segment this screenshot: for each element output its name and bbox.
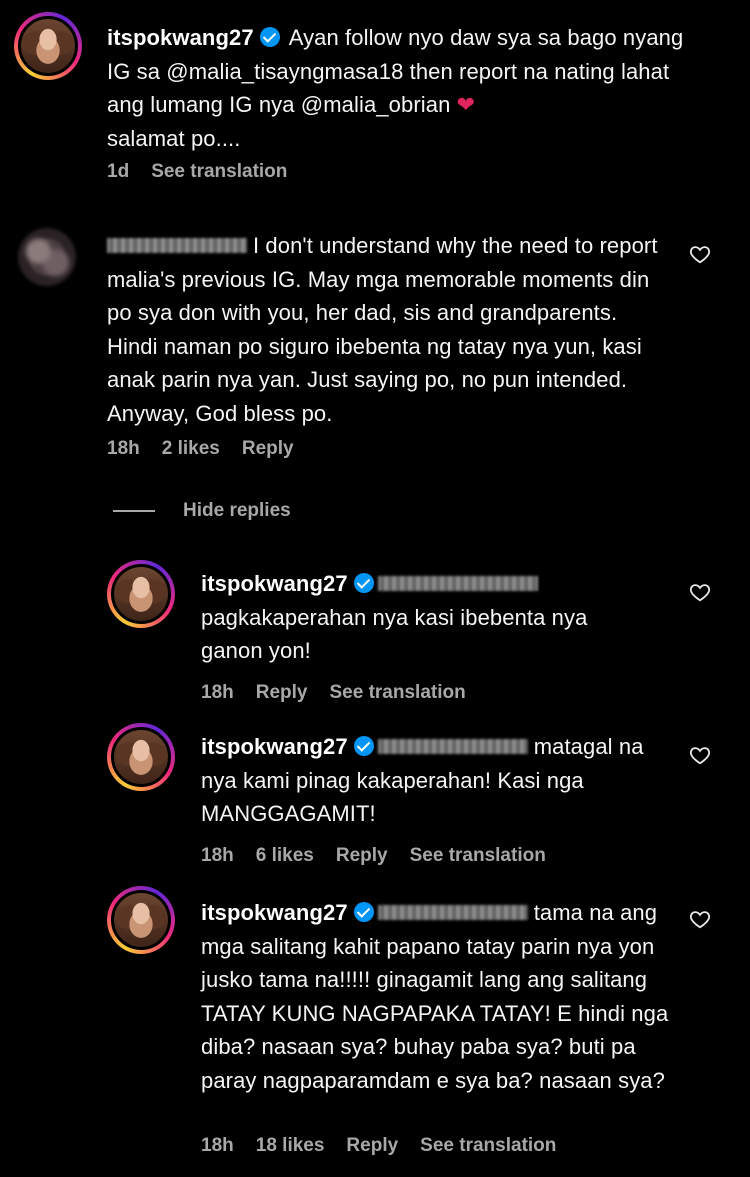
reply-meta: 18h 18 likes Reply See translation (201, 1135, 578, 1157)
reply-username[interactable]: itspokwang27 (201, 900, 348, 925)
hide-replies-button[interactable]: Hide replies (113, 500, 291, 522)
see-translation-button[interactable]: See translation (151, 161, 287, 182)
see-translation-button[interactable]: See translation (410, 845, 546, 866)
avatar[interactable] (14, 12, 82, 80)
comment-text: I don't understand why the need to repor… (107, 229, 667, 430)
reply-button[interactable]: Reply (336, 845, 388, 866)
redacted-username (377, 905, 528, 920)
reply-time: 18h (201, 682, 234, 703)
verified-badge-icon (353, 902, 374, 922)
likes-count[interactable]: 6 likes (256, 845, 314, 866)
comment-time: 18h (107, 438, 140, 459)
reply-button[interactable]: Reply (256, 682, 308, 703)
verified-badge-icon (353, 736, 374, 756)
reply-body: tama na ang mga salitang kahit papano ta… (201, 900, 669, 1093)
comment-body: I don't understand why the need to repor… (107, 233, 658, 426)
reply-text: itspokwang27 pagkakaperahan nya kasi ibe… (201, 567, 651, 668)
hide-replies-label: Hide replies (183, 500, 291, 521)
reply-meta: 18h 6 likes Reply See translation (201, 845, 568, 867)
avatar[interactable] (107, 886, 175, 954)
avatar[interactable] (107, 723, 175, 791)
avatar-image (111, 564, 171, 624)
reply-time: 18h (201, 1135, 234, 1156)
comment-meta: 18h 2 likes Reply (107, 438, 316, 460)
reply-meta: 18h Reply See translation (201, 682, 488, 704)
comment-meta: 1d See translation (107, 161, 309, 183)
likes-count[interactable]: 2 likes (162, 438, 220, 459)
redacted-username (377, 739, 528, 754)
avatar[interactable] (107, 560, 175, 628)
reply-button[interactable]: Reply (242, 438, 294, 459)
see-translation-button[interactable]: See translation (330, 682, 466, 703)
verified-badge-icon (259, 27, 280, 47)
redacted-username (377, 576, 538, 591)
heart-icon[interactable] (689, 243, 711, 265)
see-translation-button[interactable]: See translation (420, 1135, 556, 1156)
avatar-image (111, 890, 171, 950)
heart-icon[interactable] (689, 908, 711, 930)
verified-badge-icon (353, 573, 374, 593)
avatar-image (18, 16, 78, 76)
red-heart-icon: ❤ (456, 92, 476, 117)
divider (113, 509, 155, 512)
reply-text: itspokwang27 matagal na nya kami pinag ka… (201, 730, 671, 831)
avatar[interactable] (18, 228, 76, 286)
reply-text: itspokwang27 tama na ang mga salitang kah… (201, 896, 671, 1097)
reply-button[interactable]: Reply (346, 1135, 398, 1156)
reply-username[interactable]: itspokwang27 (201, 571, 348, 596)
comment-username[interactable]: itspokwang27 (107, 25, 254, 50)
heart-icon[interactable] (689, 744, 711, 766)
reply-body: pagkakaperahan nya kasi ibebenta nya gan… (201, 604, 588, 664)
comment-body-tail: salamat po.... (107, 125, 241, 151)
avatar-image (111, 727, 171, 787)
comment-time: 1d (107, 161, 130, 182)
reply-time: 18h (201, 845, 234, 866)
likes-count[interactable]: 18 likes (256, 1135, 325, 1156)
comment-text: itspokwang27 Ayan follow nyo daw sya sa … (107, 21, 707, 155)
redacted-username (107, 238, 247, 253)
reply-username[interactable]: itspokwang27 (201, 734, 348, 759)
heart-icon[interactable] (689, 581, 711, 603)
